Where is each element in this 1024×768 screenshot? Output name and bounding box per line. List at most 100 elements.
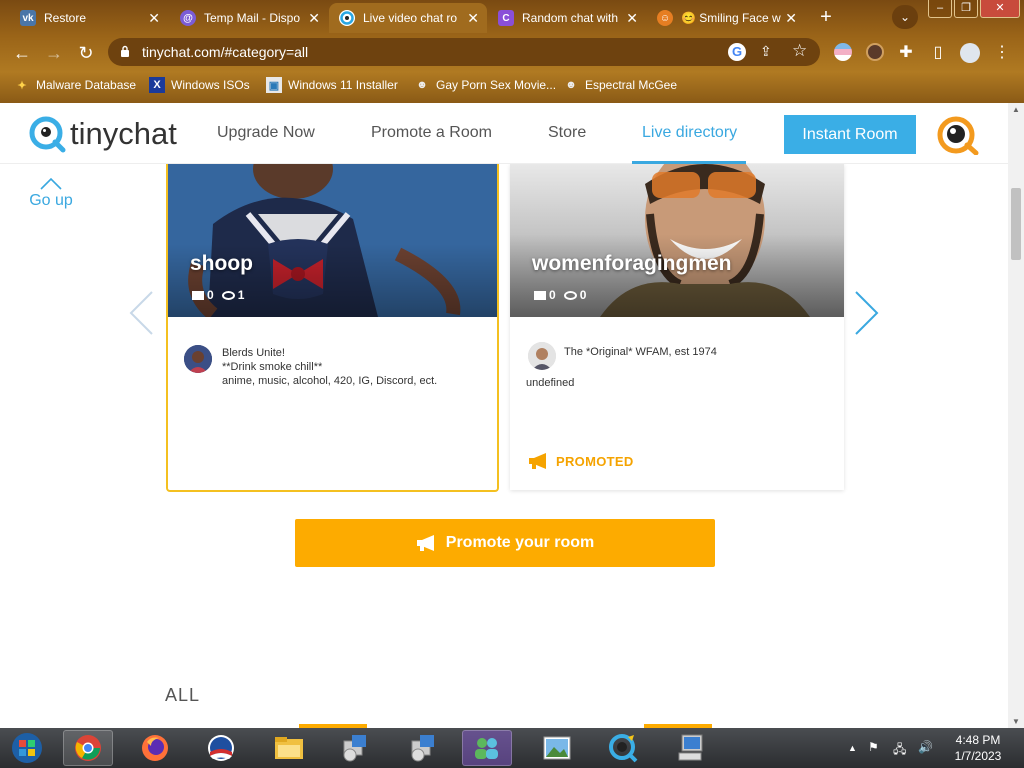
nav-promote-a-room[interactable]: Promote a Room [371,124,492,142]
tab-smiling-face[interactable]: ☺ 😊 Smiling Face w ✕ [647,3,805,33]
room-thumbnail[interactable]: shoop 0 1 [168,164,497,317]
close-icon[interactable]: ✕ [626,10,638,27]
room-card-shoop[interactable]: shoop 0 1 Blerds Unite! **Drink smoke ch… [166,164,499,492]
taskbar-installer-1[interactable] [330,730,380,766]
remote-desktop-icon [678,734,703,761]
address-bar[interactable]: tinychat.com/#category=all G ⇪ ☆ [108,38,820,66]
bookmark-label: Espectral McGee [585,78,678,92]
network-icon[interactable]: 🖧 [893,740,906,761]
taskbar-firefox[interactable] [130,730,180,766]
start-button[interactable] [2,730,52,766]
scrollbar-thumb[interactable] [1011,188,1021,260]
window-controls: – ❐ ✕ [926,0,1020,18]
go-up-button[interactable]: Go up [26,178,76,210]
folder-icon [275,737,303,759]
room-owner-avatar[interactable] [184,345,212,373]
vk-icon: vk [20,10,36,26]
chevron-up-icon [40,178,62,190]
restore-button[interactable]: ❐ [954,0,978,18]
carousel-prev-arrow-icon[interactable] [128,290,154,336]
promote-your-room-button[interactable]: Promote your room [295,519,715,567]
page-content: tinychat Upgrade Now Promote a Room Stor… [0,103,1024,728]
mw-icon: ✦ [17,79,27,92]
taskbar-chrome[interactable] [63,730,113,766]
camera-icon [534,290,546,300]
taskbar-installer-2[interactable] [398,730,448,766]
close-icon[interactable]: ✕ [148,10,160,27]
room-thumbnail[interactable]: womenforagingmen 0 0 [510,164,844,317]
side-panel-icon[interactable]: ▯ [928,42,948,62]
tab-tinychat[interactable]: Live video chat ro ✕ [329,3,487,33]
taskbar-tinychat[interactable] [598,730,648,766]
bookmark-windows-isos[interactable]: X Windows ISOs [149,76,250,94]
carousel-next-arrow-icon[interactable] [854,290,880,336]
browser-toolbar: ← → ↻ tinychat.com/#category=all G ⇪ ☆ ✚… [0,36,1024,68]
forward-button[interactable]: → [41,40,67,66]
back-button[interactable]: ← [9,40,35,66]
url-text: tinychat.com/#category=all [142,44,309,60]
room-description: The *Original* WFAM, est 1974 [564,345,717,359]
close-icon[interactable]: ✕ [785,10,797,27]
window-close-button[interactable]: ✕ [980,0,1020,18]
nav-upgrade-now[interactable]: Upgrade Now [217,124,315,142]
scroll-down-arrow-icon[interactable]: ▼ [1012,717,1020,726]
close-icon[interactable]: ✕ [467,10,479,27]
owner-photo [184,345,212,373]
nav-store[interactable]: Store [548,124,586,142]
new-tab-button[interactable]: + [815,6,837,28]
reload-button[interactable]: ↻ [73,40,99,66]
close-icon[interactable]: ✕ [308,10,320,27]
taskbar-messenger[interactable] [462,730,512,766]
system-clock[interactable]: 4:48 PM 1/7/2023 [948,732,1008,764]
eye-icon [563,290,577,300]
tab-temp-mail[interactable]: @ Temp Mail - Dispo ✕ [170,3,328,33]
instant-room-button[interactable]: Instant Room [784,115,916,154]
nav-live-directory[interactable]: Live directory [642,124,737,142]
extensions-puzzle-icon[interactable]: ✚ [896,42,916,62]
tab-label: Restore [44,11,87,25]
google-lens-icon[interactable]: G [728,43,746,61]
bookmark-label: Gay Porn Sex Movie... [436,78,557,92]
user-avatar-icon[interactable] [936,115,980,155]
page-scrollbar[interactable]: ▲ ▼ [1008,103,1024,728]
cam-count: 0 [549,288,556,302]
emoji-icon: ☺ [657,10,673,26]
bookmark-star-icon[interactable]: ☆ [792,41,807,61]
tab-random-chat[interactable]: C Random chat with ✕ [488,3,646,33]
tab-label: Random chat with [522,11,619,25]
extension-avatar-icon[interactable] [866,43,884,61]
room-extra-text: undefined [526,377,575,389]
tab-label: 😊 Smiling Face w [681,11,781,25]
bookmark-espectral-mcgee[interactable]: ☻ Espectral McGee [563,76,677,94]
taskbar-image-viewer[interactable] [532,730,582,766]
tab-restore[interactable]: vk Restore ✕ [10,3,168,33]
bookmark-windows-11-installer[interactable]: ▣ Windows 11 Installer [266,76,398,94]
windows-taskbar: ▲ ⚑ 🖧 🔊 4:48 PM 1/7/2023 [0,728,1024,768]
viewer-count: 1 [237,288,245,302]
room-card-womenforagingmen[interactable]: womenforagingmen 0 0 The *Original* WFAM… [510,164,844,490]
bookmark-icon: ☻ [565,79,577,91]
x-icon: X [149,77,165,93]
taskbar-file-explorer[interactable] [264,730,314,766]
action-center-flag-icon[interactable]: ⚑ [868,740,879,754]
room-stats: 0 0 [534,288,586,302]
tab-search-button[interactable]: ⌄ [892,5,918,29]
temp-mail-icon: @ [180,10,196,26]
active-nav-underline [632,161,746,164]
room-name: womenforagingmen [532,252,732,275]
minimize-button[interactable]: – [928,0,952,18]
promoted-label: PROMOTED [556,453,634,469]
profile-icon[interactable] [960,43,980,63]
bookmark-gay-porn[interactable]: ☻ Gay Porn Sex Movie... [414,76,556,94]
bookmark-malware-database[interactable]: ✦ Malware Database [14,76,136,94]
show-hidden-icons-icon[interactable]: ▲ [848,743,857,753]
tinychat-logo[interactable]: tinychat [28,115,177,153]
room-owner-avatar[interactable] [528,342,556,370]
menu-kebab-icon[interactable]: ⋮ [992,42,1012,62]
scroll-up-arrow-icon[interactable]: ▲ [1012,105,1020,114]
extension-flag-icon[interactable] [834,43,852,61]
taskbar-obama-app[interactable] [196,730,246,766]
volume-icon[interactable]: 🔊 [918,740,933,754]
taskbar-remote-desktop[interactable] [666,730,716,766]
share-icon[interactable]: ⇪ [760,43,772,60]
